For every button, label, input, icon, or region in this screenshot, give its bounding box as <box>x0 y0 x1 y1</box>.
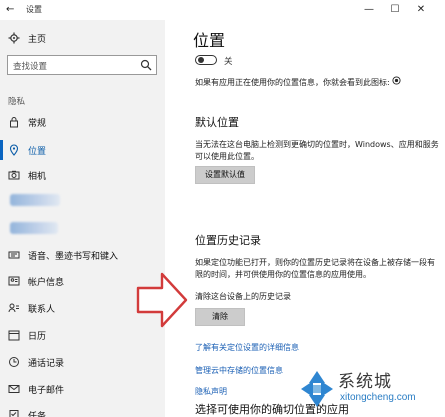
search-placeholder: 查找设置 <box>13 62 48 72</box>
group-label-privacy: 隐私 <box>8 97 26 107</box>
lock-icon <box>8 116 20 128</box>
app-title: 设置 <box>26 5 42 14</box>
sidebar-item-label: 相机 <box>28 171 47 182</box>
clear-history-label: 清除这台设备上的历史记录 <box>195 292 291 301</box>
sidebar-home-label: 主页 <box>28 34 47 45</box>
search-input[interactable]: 查找设置 <box>7 55 157 75</box>
sidebar-item-label: 通话记录 <box>28 358 65 369</box>
privacy-statement-link[interactable]: 隐私声明 <box>195 386 227 397</box>
sidebar-item-location[interactable]: 位置 <box>6 141 161 159</box>
sidebar-item-label: 电子邮件 <box>28 385 65 396</box>
location-history-title: 位置历史记录 <box>195 234 261 247</box>
app-using-text: 如果有应用正在使用你的位置信息，你就会看到此图标: <box>195 78 390 87</box>
manage-cloud-location-link[interactable]: 管理云中存储的位置信息 <box>195 365 283 376</box>
sidebar-item-home[interactable]: 主页 <box>8 30 158 46</box>
ink-icon <box>8 249 20 261</box>
sidebar-item-label: 任务 <box>28 411 47 417</box>
sidebar-item-label: 帐户信息 <box>28 277 65 288</box>
active-indicator <box>0 140 3 160</box>
call-history-icon <box>8 356 20 368</box>
app-using-text-row: 如果有应用正在使用你的位置信息，你就会看到此图标: <box>195 76 445 89</box>
blurred-item <box>10 194 60 206</box>
set-default-button[interactable]: 设置默认值 <box>195 166 255 184</box>
red-arrow-annotation <box>136 272 188 328</box>
back-arrow-icon[interactable]: ← <box>6 3 20 17</box>
default-location-description: 当无法在这台电脑上检测到更确切的位置时，Windows、应用和服务可以使用此位置… <box>195 140 439 161</box>
sidebar-item-label: 位置 <box>28 146 47 157</box>
sidebar-item-camera[interactable]: 相机 <box>6 166 161 184</box>
gear-icon <box>8 32 20 44</box>
search-icon[interactable] <box>140 59 152 71</box>
account-icon <box>8 275 20 287</box>
default-location-title: 默认位置 <box>195 116 239 129</box>
sidebar-item-email[interactable]: 电子邮件 <box>6 380 161 398</box>
toggle-state-label: 关 <box>224 57 233 67</box>
tasks-icon <box>8 409 20 417</box>
location-toggle[interactable] <box>195 55 217 65</box>
watermark-url: xitongcheng.com <box>340 392 416 403</box>
watermark: 系统城 xitongcheng.com <box>295 365 445 417</box>
sidebar-item-speech[interactable]: 语音、墨迹书写和键入 <box>6 246 161 264</box>
camera-icon <box>8 169 20 181</box>
main-content: 位置 关 如果有应用正在使用你的位置信息，你就会看到此图标: 默认位置 当无法在… <box>165 20 445 417</box>
location-icon <box>8 144 20 156</box>
minimize-button[interactable]: — <box>357 2 381 18</box>
title-bar: ← 设置 — ☐ ✕ <box>0 0 445 20</box>
close-button[interactable]: ✕ <box>409 2 433 18</box>
location-history-description: 如果定位功能已打开，则你的位置历史记录将在设备上被存储一段有限的时间，并可供使用… <box>195 258 435 279</box>
watermark-logo <box>301 371 333 407</box>
learn-more-link[interactable]: 了解有关定位设置的详细信息 <box>195 342 299 353</box>
location-indicator-icon <box>392 76 401 89</box>
email-icon <box>8 383 20 395</box>
toggle-knob <box>198 57 204 63</box>
clear-button[interactable]: 清除 <box>195 308 245 326</box>
calendar-icon <box>8 329 20 341</box>
contacts-icon <box>8 302 20 314</box>
blurred-item <box>10 222 58 234</box>
sidebar-item-tasks[interactable]: 任务 <box>6 406 161 417</box>
sidebar-item-call-history[interactable]: 通话记录 <box>6 353 161 371</box>
sidebar: 主页 查找设置 隐私 常规 位置 相机 语音、墨迹书写和键入 帐户信息 联系人 … <box>0 20 165 417</box>
sidebar-item-general[interactable]: 常规 <box>6 113 161 131</box>
sidebar-item-label: 日历 <box>28 331 47 342</box>
sidebar-item-label: 联系人 <box>28 304 56 315</box>
watermark-brand: 系统城 <box>338 372 392 392</box>
sidebar-item-label: 语音、墨迹书写和键入 <box>28 251 119 262</box>
maximize-button[interactable]: ☐ <box>383 2 407 18</box>
sidebar-item-label: 常规 <box>28 118 47 129</box>
page-title: 位置 <box>193 31 226 50</box>
